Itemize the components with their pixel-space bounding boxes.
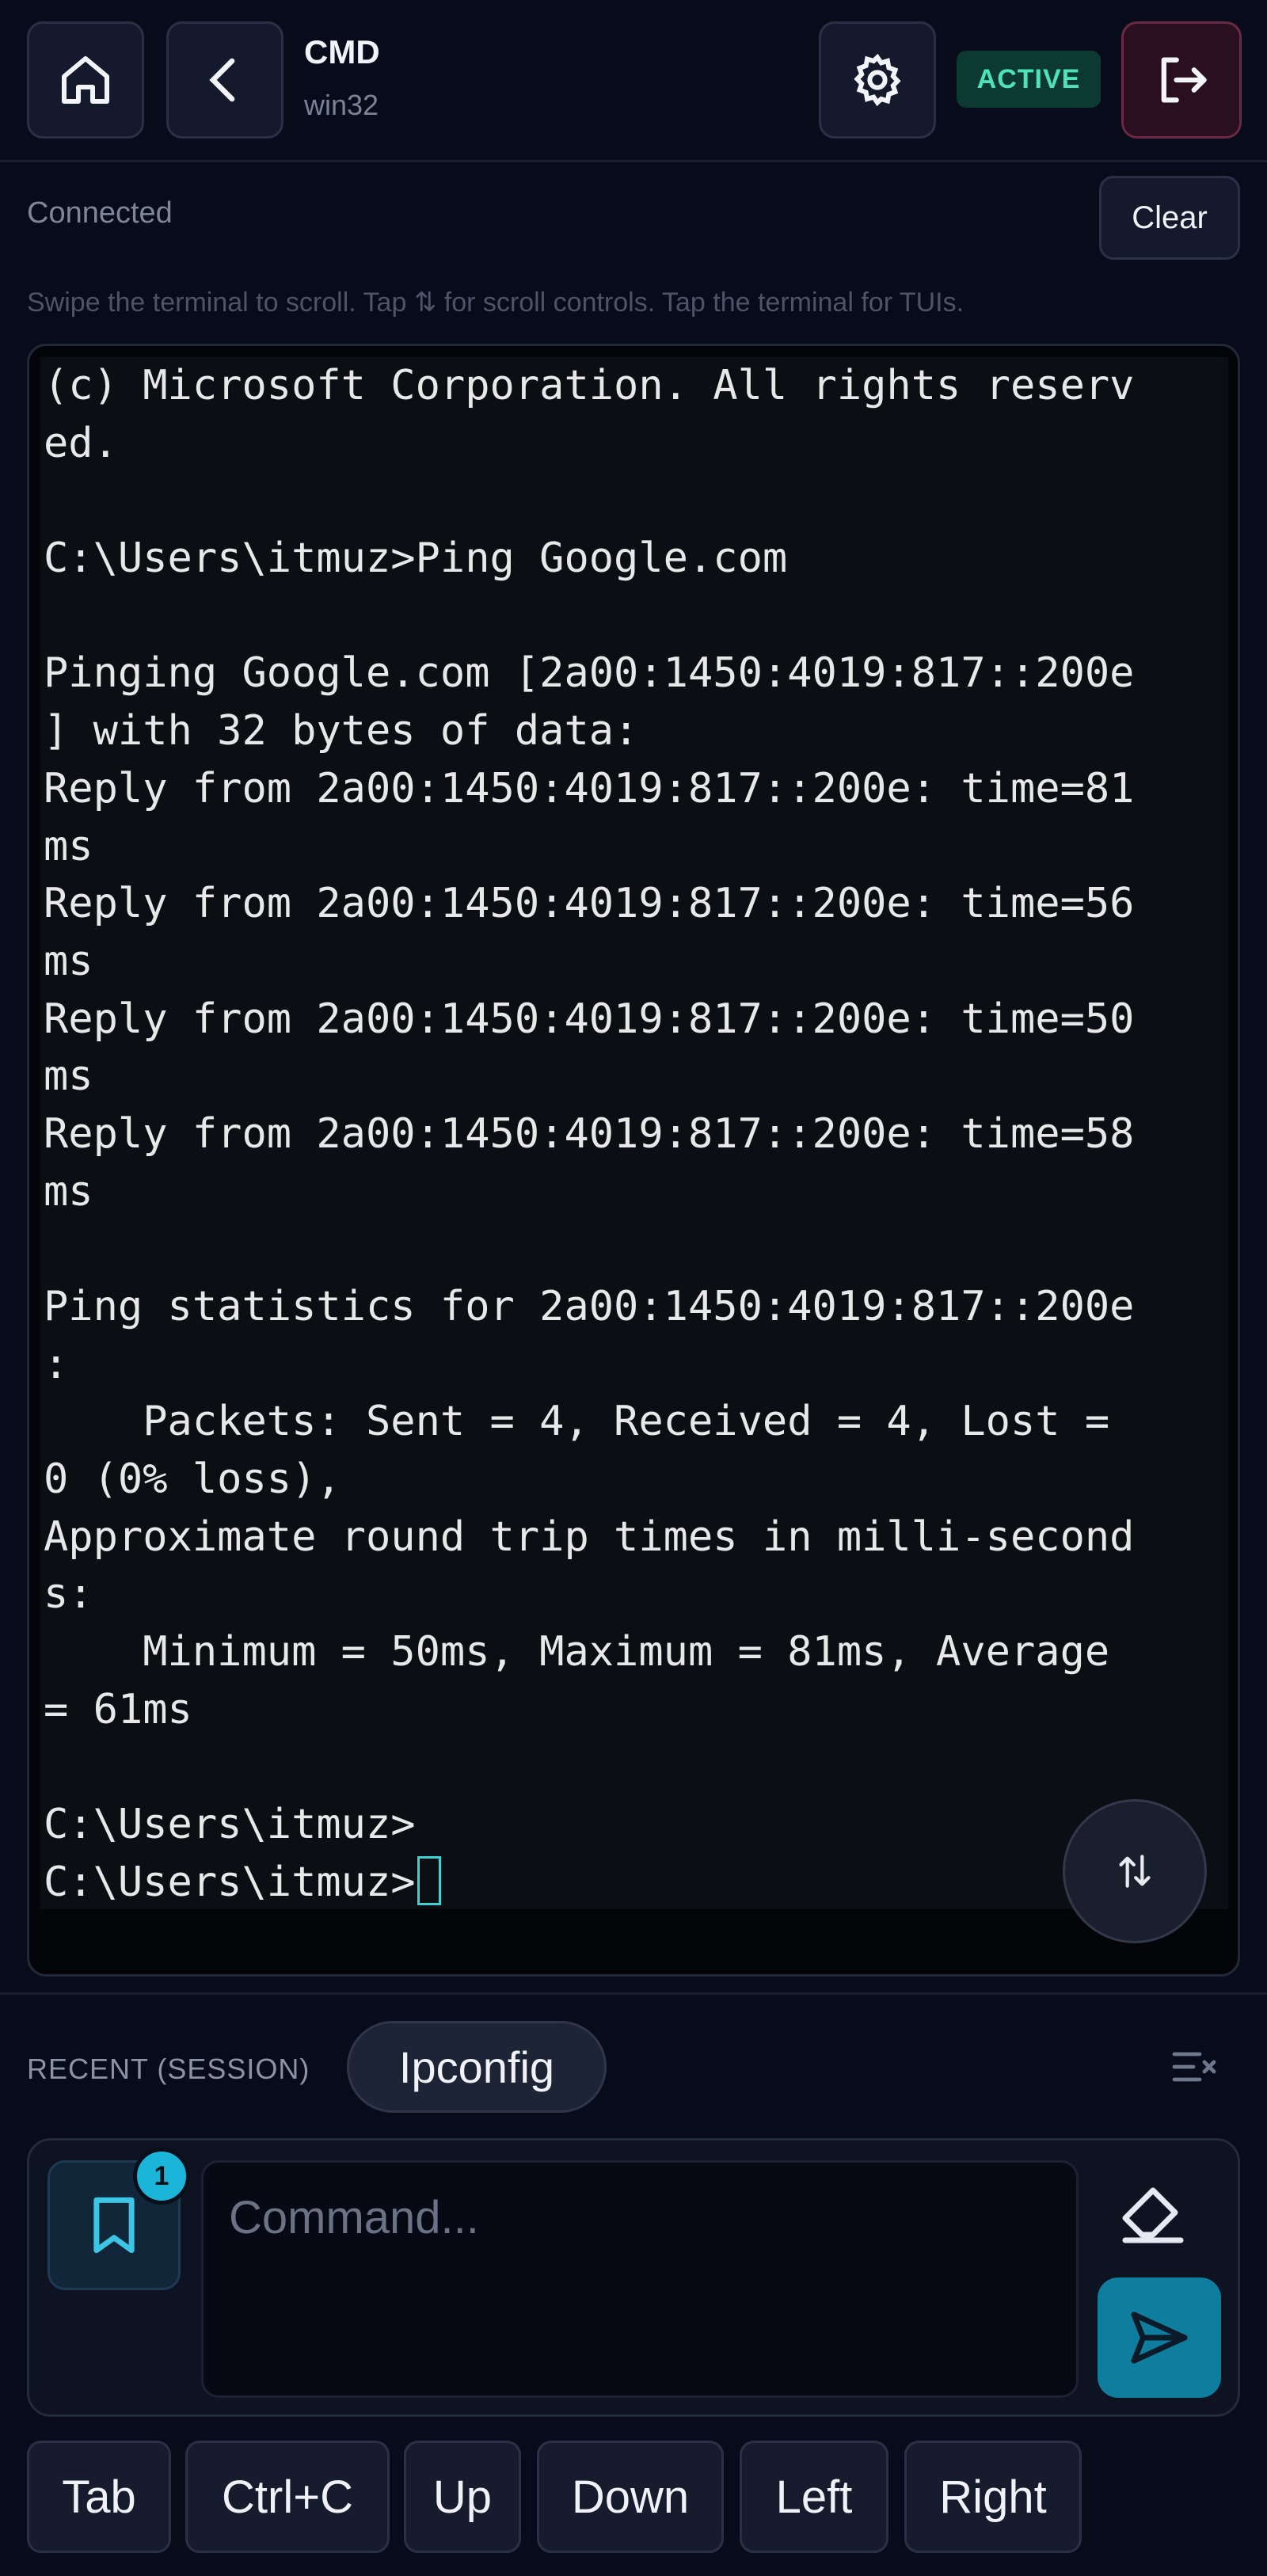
scroll-hint: Swipe the terminal to scroll. Tap ⇅ for …: [27, 287, 965, 318]
page-subtitle: win32: [304, 89, 379, 121]
terminal-line: (c) Microsoft Corporation. All rights re…: [44, 362, 1135, 409]
key-left[interactable]: Left: [740, 2441, 888, 2553]
send-button[interactable]: [1098, 2277, 1221, 2398]
terminal-line: ms: [44, 1167, 93, 1216]
swap-vertical-icon: [1119, 1855, 1151, 1888]
bookmark-icon: [93, 2197, 135, 2254]
connection-status: Connected: [27, 196, 173, 230]
terminal-line: Reply from 2a00:1450:4019:817::200e: tim…: [44, 764, 1135, 812]
terminal-line: Reply from 2a00:1450:4019:817::200e: tim…: [44, 1109, 1135, 1158]
clear-recent-icon[interactable]: [1170, 2048, 1219, 2086]
home-button[interactable]: [27, 21, 144, 139]
gear-icon: [854, 53, 901, 107]
terminal-cursor: [417, 1855, 441, 1905]
terminal-prompt-line: C:\Users\itmuz>: [44, 1854, 1228, 1909]
terminal-line: s:: [44, 1570, 93, 1619]
key-up[interactable]: Up: [404, 2441, 521, 2553]
logout-icon: [1161, 57, 1207, 103]
key-ctrl-c[interactable]: Ctrl+C: [185, 2441, 390, 2553]
terminal-line: ms: [44, 937, 93, 985]
terminal-line: C:\Users\itmuz>: [44, 1801, 416, 1849]
terminal-line: Reply from 2a00:1450:4019:817::200e: tim…: [44, 995, 1135, 1043]
terminal-line: Minimum = 50ms, Maximum = 81ms, Average: [44, 1628, 1110, 1676]
page-title: CMD: [304, 33, 380, 70]
terminal-line: ms: [44, 822, 93, 870]
clear-button[interactable]: Clear: [1099, 176, 1240, 260]
scroll-controls-button[interactable]: [1063, 1799, 1207, 1943]
terminal-line: = 61ms: [44, 1685, 192, 1733]
bookmark-count-badge: 1: [133, 2148, 190, 2205]
terminal-output[interactable]: (c) Microsoft Corporation. All rights re…: [40, 357, 1228, 1909]
command-input[interactable]: [201, 2160, 1079, 2398]
settings-button[interactable]: [819, 21, 936, 139]
terminal-line: 0 (0% loss),: [44, 1455, 341, 1504]
key-tab[interactable]: Tab: [27, 2441, 171, 2553]
terminal-line: C:\Users\itmuz>Ping Google.com: [44, 535, 788, 583]
home-icon: [62, 56, 109, 104]
key-right[interactable]: Right: [904, 2441, 1082, 2553]
key-down[interactable]: Down: [537, 2441, 724, 2553]
terminal-line: Approximate round trip times in milli-se…: [44, 1512, 1135, 1561]
back-button[interactable]: [166, 21, 283, 139]
terminal-line: Packets: Sent = 4, Received = 4, Lost =: [44, 1398, 1110, 1446]
terminal-line: ] with 32 bytes of data:: [44, 707, 639, 755]
logout-button[interactable]: [1121, 21, 1242, 139]
terminal-line: :: [44, 1340, 69, 1388]
terminal-panel[interactable]: (c) Microsoft Corporation. All rights re…: [27, 344, 1240, 1977]
status-badge: ACTIVE: [957, 51, 1101, 108]
terminal-line: ed.: [44, 419, 118, 467]
recent-label: RECENT (SESSION): [27, 2053, 310, 2085]
terminal-line: Pinging Google.com [2a00:1450:4019:817::…: [44, 649, 1135, 698]
terminal-line: Reply from 2a00:1450:4019:817::200e: tim…: [44, 880, 1135, 928]
terminal-prompt: C:\Users\itmuz>: [44, 1858, 416, 1906]
header-divider: [0, 160, 1267, 162]
send-icon: [1131, 2312, 1188, 2364]
terminal-line: ms: [44, 1052, 93, 1101]
terminal-line: Ping statistics for 2a00:1450:4019:817::…: [44, 1283, 1135, 1330]
terminal-divider: [0, 1992, 1267, 1995]
eraser-icon[interactable]: [1117, 2179, 1189, 2246]
recent-command-chip[interactable]: Ipconfig: [347, 2021, 607, 2113]
chevron-left-icon: [209, 58, 235, 102]
